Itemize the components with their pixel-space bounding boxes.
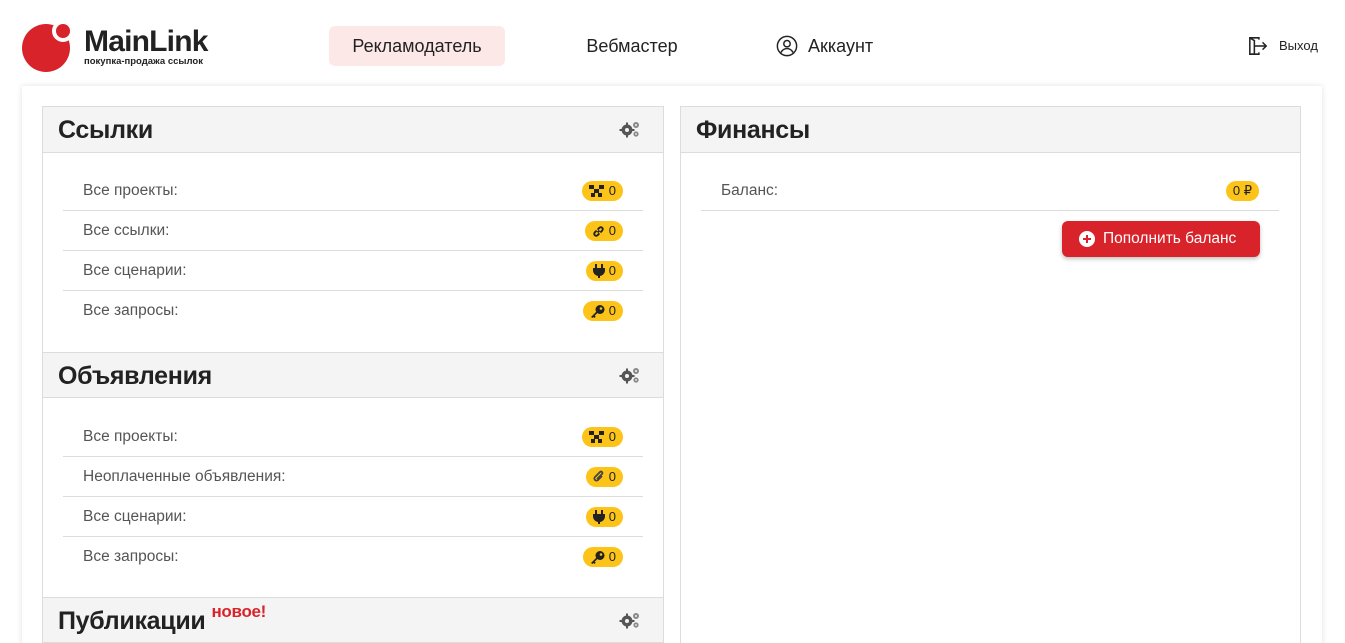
settings-gears-icon[interactable]: [619, 611, 641, 629]
settings-gears-icon[interactable]: [619, 120, 641, 138]
list-item[interactable]: Неоплаченные объявления: 0: [63, 457, 643, 497]
list-item[interactable]: Все проекты: 0: [63, 171, 643, 211]
balance-row: Баланс: 0 ₽: [701, 171, 1279, 211]
list-item[interactable]: Все сценарии: 0: [63, 497, 643, 537]
nav-account-label: Аккаунт: [808, 36, 874, 56]
logout-icon: [1249, 37, 1268, 55]
new-badge: новое!: [211, 602, 267, 621]
list-item[interactable]: Все запросы: 0: [63, 291, 643, 331]
nav-advertiser[interactable]: Рекламодатель: [329, 26, 505, 66]
count-value: 0: [608, 223, 616, 238]
logo-tagline: покупка-продажа ссылок: [84, 56, 203, 67]
topup-button-label: Пополнить баланс: [1103, 230, 1237, 247]
projects-icon: [588, 431, 604, 443]
paperclip-icon: [593, 470, 604, 482]
count-badge: 0: [584, 221, 623, 241]
plug-icon: [592, 264, 605, 278]
list-item[interactable]: Все проекты: 0: [63, 417, 643, 457]
top-header: MainLink покупка-продажа ссылок Рекламод…: [0, 0, 1345, 86]
finance-panel: Финансы Баланс: 0 ₽ Пополнить баланс: [680, 106, 1301, 643]
mainlink-logo[interactable]: MainLink покупка-продажа ссылок: [22, 20, 222, 72]
link-icon: [593, 225, 604, 237]
count-value: 0: [608, 303, 616, 318]
row-label: Все запросы:: [83, 302, 179, 319]
key-icon: [590, 304, 605, 318]
count-badge: 0: [581, 181, 623, 201]
finance-section-header: Финансы: [681, 107, 1300, 153]
nav-account[interactable]: Аккаунт: [776, 26, 896, 66]
count-value: 0: [608, 183, 616, 198]
count-value: 0: [608, 429, 616, 444]
count-value: 0: [608, 469, 616, 484]
row-label: Все сценарии:: [83, 508, 187, 525]
count-badge: 0: [585, 467, 623, 487]
logout-label: Выход: [1279, 38, 1318, 53]
count-value: 0: [608, 509, 616, 524]
row-label: Все сценарии:: [83, 262, 187, 279]
balance-label: Баланс:: [721, 182, 779, 199]
row-label: Все проекты:: [83, 182, 178, 199]
publications-section-title: Публикации новое!: [58, 602, 266, 639]
nav-webmaster[interactable]: Вебмастер: [573, 26, 691, 66]
balance-badge: 0 ₽: [1225, 181, 1259, 201]
balance-value: 0 ₽: [1232, 183, 1252, 198]
user-icon: [776, 35, 798, 57]
left-panel: Ссылки Все проекты: 0 Все ссылки: 0 Все …: [42, 106, 664, 643]
ads-section-title: Объявления: [58, 362, 212, 390]
row-label: Все ссылки:: [83, 222, 170, 239]
row-label: Неоплаченные объявления:: [83, 468, 286, 485]
links-section-header: Ссылки: [43, 107, 663, 153]
count-value: 0: [608, 263, 616, 278]
topup-balance-button[interactable]: Пополнить баланс: [1062, 221, 1260, 257]
logo-dot: [52, 20, 74, 42]
key-icon: [590, 550, 605, 564]
settings-gears-icon[interactable]: [619, 366, 641, 384]
count-badge: 0: [581, 427, 623, 447]
plug-icon: [592, 510, 605, 524]
logout-link[interactable]: Выход: [1247, 36, 1318, 56]
count-badge: 0: [582, 301, 623, 321]
ads-section-header: Объявления: [43, 352, 663, 398]
publications-section-header: Публикации новое!: [43, 597, 663, 643]
logo-name: MainLink: [84, 25, 208, 58]
count-badge: 0: [585, 261, 623, 281]
list-item[interactable]: Все сценарии: 0: [63, 251, 643, 291]
count-badge: 0: [585, 507, 623, 527]
count-value: 0: [608, 549, 616, 564]
publications-title-text: Публикации: [58, 607, 206, 635]
finance-section-title: Финансы: [696, 116, 810, 144]
list-item[interactable]: Все ссылки: 0: [63, 211, 643, 251]
links-section-title: Ссылки: [58, 116, 153, 144]
list-item[interactable]: Все запросы: 0: [63, 537, 643, 577]
row-label: Все запросы:: [83, 548, 179, 565]
dashboard-container: Ссылки Все проекты: 0 Все ссылки: 0 Все …: [22, 86, 1322, 643]
row-label: Все проекты:: [83, 428, 178, 445]
count-badge: 0: [582, 547, 623, 567]
projects-icon: [588, 185, 604, 197]
plus-circle-icon: [1079, 231, 1095, 247]
